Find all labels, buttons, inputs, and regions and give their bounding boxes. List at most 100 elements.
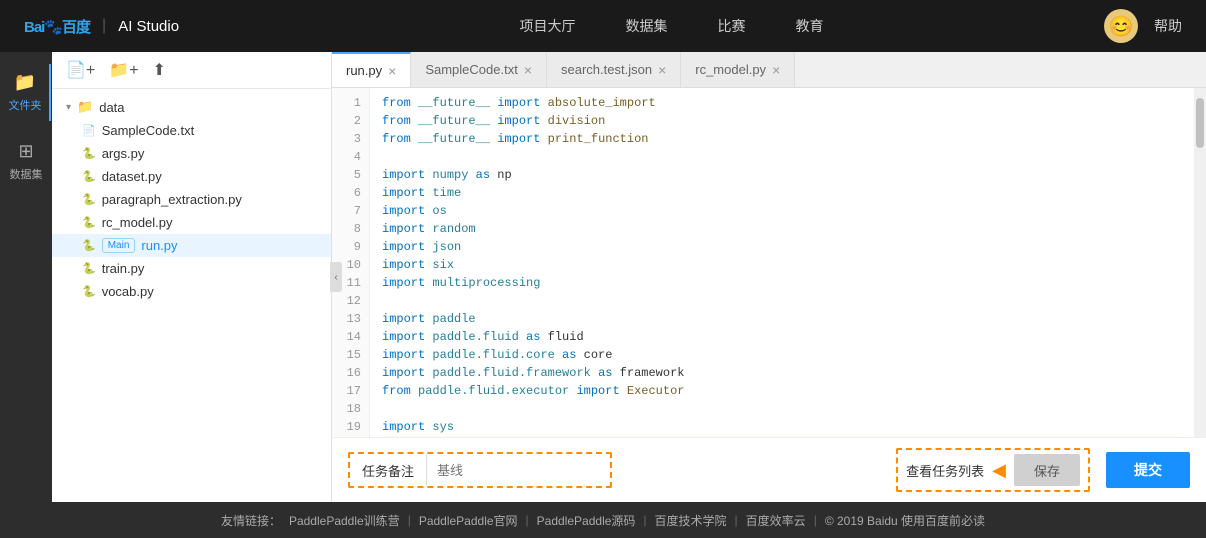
list-item[interactable]: 🐍 rc_model.py	[52, 211, 331, 234]
code-line	[382, 148, 1182, 166]
footer: 友情链接： PaddlePaddle训练营 | PaddlePaddle官网 |…	[0, 502, 1206, 538]
code-line: import paddle.fluid as fluid	[382, 328, 1182, 346]
nav-datasets[interactable]: 数据集	[626, 16, 668, 36]
new-folder-icon[interactable]: 📁+	[109, 60, 138, 80]
list-item[interactable]: 🐍 args.py	[52, 142, 331, 165]
logo-area: Bai🐾百度 | AI Studio	[24, 16, 179, 37]
footer-prefix: 友情链接：	[221, 512, 281, 529]
file-name: SampleCode.txt	[102, 123, 195, 138]
arrow-right-icon: ◀	[992, 460, 1006, 481]
list-item[interactable]: 🐍 vocab.py	[52, 280, 331, 303]
help-button[interactable]: 帮助	[1154, 16, 1182, 36]
upload-icon[interactable]: ⬆	[153, 60, 166, 80]
list-item[interactable]: 📄 SampleCode.txt	[52, 119, 331, 142]
file-icon: 🐍	[82, 170, 96, 183]
avatar[interactable]: 😊	[1104, 9, 1138, 43]
footer-link[interactable]: PaddlePaddle训练营	[289, 512, 400, 529]
folder-icon: 📁	[14, 72, 36, 93]
sidebar-item-files[interactable]: 📁 文件夹	[1, 64, 51, 121]
code-line: import time	[382, 184, 1182, 202]
footer-separator: |	[643, 513, 646, 527]
file-name: vocab.py	[102, 284, 154, 299]
folder-icon: 📁	[77, 99, 93, 115]
header: Bai🐾百度 | AI Studio 项目大厅 数据集 比赛 教育 😊 帮助	[0, 0, 1206, 52]
close-icon[interactable]: ×	[772, 62, 780, 78]
close-icon[interactable]: ×	[388, 64, 396, 78]
footer-copyright: © 2019 Baidu 使用百度前必读	[825, 512, 985, 529]
header-right: 😊 帮助	[1104, 9, 1182, 43]
task-input-section: 任务备注	[348, 452, 612, 488]
list-item[interactable]: 🐍 dataset.py	[52, 165, 331, 188]
nav-education[interactable]: 教育	[796, 16, 824, 36]
editor-tabs: run.py × SampleCode.txt × search.test.js…	[332, 52, 1206, 88]
tab-rc-model[interactable]: rc_model.py ×	[681, 52, 795, 87]
footer-link[interactable]: 百度技术学院	[655, 512, 727, 529]
code-line: import random	[382, 220, 1182, 238]
file-name: dataset.py	[102, 169, 162, 184]
editor-area: run.py × SampleCode.txt × search.test.js…	[332, 52, 1206, 502]
datasets-icon: ⊞	[18, 141, 33, 162]
code-line: import paddle.fluid.framework as framewo…	[382, 364, 1182, 382]
tab-search-json[interactable]: search.test.json ×	[547, 52, 681, 87]
footer-link[interactable]: 百度效率云	[746, 512, 806, 529]
chevron-down-icon: ▾	[66, 102, 71, 113]
file-name: args.py	[102, 146, 145, 161]
code-line: import paddle	[382, 310, 1182, 328]
tab-label: SampleCode.txt	[425, 62, 518, 77]
tab-samplecode[interactable]: SampleCode.txt ×	[411, 52, 547, 87]
code-line: import six	[382, 256, 1182, 274]
code-line: from paddle.fluid.executor import Execut…	[382, 382, 1182, 400]
ai-studio-label: AI Studio	[118, 18, 179, 35]
code-line: import json	[382, 238, 1182, 256]
code-line: from __future__ import print_function	[382, 130, 1182, 148]
nav-projects[interactable]: 项目大厅	[520, 16, 576, 36]
code-content[interactable]: from __future__ import absolute_import f…	[370, 88, 1194, 437]
close-icon[interactable]: ×	[658, 62, 666, 78]
code-line	[382, 400, 1182, 418]
main-content: 📁 文件夹 ⊞ 数据集 📄+ 📁+ ⬆ ▾ 📁 data 📄 SampleCod…	[0, 52, 1206, 502]
baseline-input[interactable]	[427, 454, 612, 486]
vertical-scrollbar[interactable]	[1194, 88, 1206, 437]
logo-separator: |	[102, 17, 106, 35]
file-tree: 📄+ 📁+ ⬆ ▾ 📁 data 📄 SampleCode.txt 🐍 args…	[52, 52, 332, 502]
code-editor[interactable]: 1 2 3 4 5 6 7 8 9 10 11 12 13 14 15 16 1…	[332, 88, 1206, 437]
file-tree-toolbar: 📄+ 📁+ ⬆	[52, 52, 331, 89]
new-file-icon[interactable]: 📄+	[66, 60, 95, 80]
footer-separator: |	[408, 513, 411, 527]
baidu-logo: Bai🐾百度	[24, 16, 90, 37]
file-name-active: run.py	[141, 238, 177, 253]
file-icon: 🐍	[82, 216, 96, 229]
footer-separator: |	[735, 513, 738, 527]
collapse-panel-button[interactable]: ‹	[330, 262, 342, 292]
list-item[interactable]: 🐍 train.py	[52, 257, 331, 280]
root-folder[interactable]: ▾ 📁 data	[52, 95, 331, 119]
submit-button[interactable]: 提交	[1106, 452, 1190, 488]
close-icon[interactable]: ×	[524, 62, 532, 78]
file-icon: 📄	[82, 124, 96, 137]
view-tasks-button[interactable]: 查看任务列表	[906, 461, 984, 480]
code-line: import paddle.fluid.core as core	[382, 346, 1182, 364]
footer-link[interactable]: PaddlePaddle源码	[537, 512, 636, 529]
code-line: import multiprocessing	[382, 274, 1182, 292]
footer-separator: |	[814, 513, 817, 527]
list-item-active[interactable]: 🐍 Main run.py	[52, 234, 331, 257]
file-icon: 🐍	[82, 239, 96, 252]
nav-competition[interactable]: 比赛	[718, 16, 746, 36]
tab-label: search.test.json	[561, 62, 652, 77]
footer-separator: |	[526, 513, 529, 527]
datasets-label: 数据集	[10, 166, 43, 182]
file-icon: 🐍	[82, 285, 96, 298]
footer-link[interactable]: PaddlePaddle官网	[419, 512, 518, 529]
bottom-toolbar: 任务备注 查看任务列表 ◀ 保存 提交	[332, 437, 1206, 502]
sidebar-icons: 📁 文件夹 ⊞ 数据集	[0, 52, 52, 502]
sidebar-item-datasets[interactable]: ⊞ 数据集	[1, 133, 51, 190]
scrollbar-thumb[interactable]	[1196, 98, 1204, 148]
list-item[interactable]: 🐍 paragraph_extraction.py	[52, 188, 331, 211]
file-name: paragraph_extraction.py	[102, 192, 242, 207]
file-name: rc_model.py	[102, 215, 173, 230]
code-line	[382, 292, 1182, 310]
save-button[interactable]: 保存	[1014, 454, 1080, 486]
tab-run-py[interactable]: run.py ×	[332, 52, 411, 87]
task-note-label: 任务备注	[350, 454, 427, 486]
code-line: import sys	[382, 418, 1182, 436]
